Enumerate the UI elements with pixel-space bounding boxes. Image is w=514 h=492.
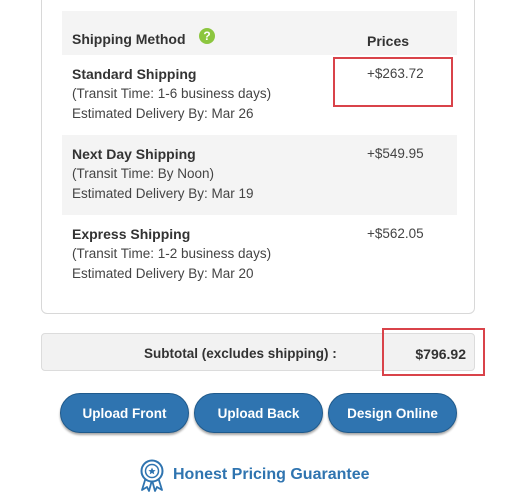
help-icon[interactable]: ? — [199, 28, 215, 44]
shipping-option-name: Next Day Shipping — [72, 146, 196, 162]
subtotal-label: Subtotal (excludes shipping) : — [144, 346, 337, 361]
shipping-table: Shipping Method ? Prices Standard Shippi… — [62, 11, 457, 295]
shipping-option-price: +$562.05 — [367, 226, 424, 241]
prices-heading: Prices — [367, 33, 410, 49]
guarantee-label: Honest Pricing Guarantee — [173, 466, 370, 483]
design-online-button[interactable]: Design Online — [328, 393, 457, 433]
shipping-option-eta: Estimated Delivery By: Mar 20 — [72, 266, 254, 281]
shipping-table-header: Shipping Method ? Prices — [62, 11, 457, 55]
shipping-option-eta: Estimated Delivery By: Mar 19 — [72, 186, 254, 201]
shipping-option-name: Standard Shipping — [72, 66, 197, 82]
shipping-card: Shipping Method ? Prices Standard Shippi… — [41, 0, 475, 314]
upload-back-button[interactable]: Upload Back — [194, 393, 323, 433]
upload-front-button[interactable]: Upload Front — [60, 393, 189, 433]
shipping-option-transit: (Transit Time: By Noon) — [72, 166, 215, 181]
shipping-option-next-day[interactable]: Next Day Shipping (Transit Time: By Noon… — [62, 135, 457, 215]
standard-price-highlight — [333, 57, 453, 107]
shipping-option-price: +$549.95 — [367, 146, 424, 161]
subtotal-highlight — [382, 328, 485, 376]
shipping-method-heading: Shipping Method — [72, 31, 186, 47]
shipping-option-express[interactable]: Express Shipping (Transit Time: 1-2 busi… — [62, 215, 457, 295]
shipping-option-eta: Estimated Delivery By: Mar 26 — [72, 106, 254, 121]
shipping-option-transit: (Transit Time: 1-6 business days) — [72, 86, 272, 101]
award-ribbon-icon — [140, 459, 164, 492]
shipping-option-transit: (Transit Time: 1-2 business days) — [72, 246, 272, 261]
shipping-option-name: Express Shipping — [72, 226, 191, 242]
